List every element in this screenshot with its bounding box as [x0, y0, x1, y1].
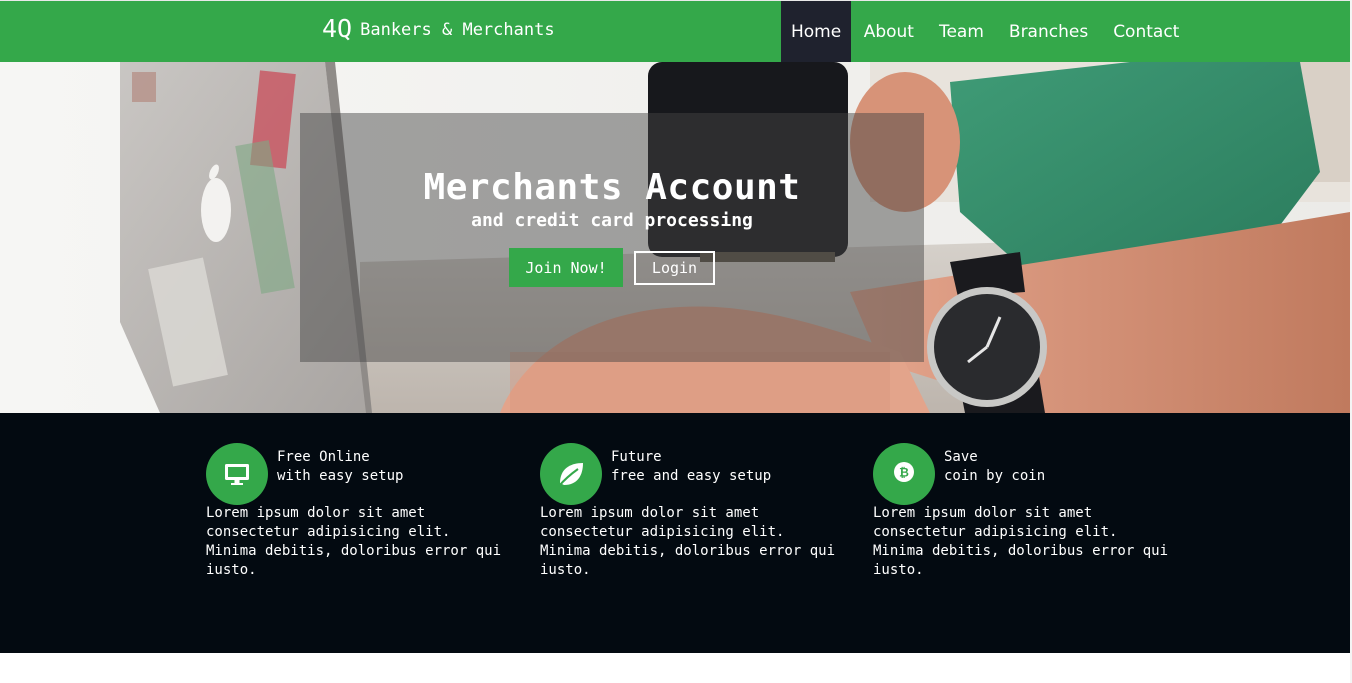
nav-item-home[interactable]: Home — [781, 1, 852, 63]
brand-logo[interactable]: 4Q Bankers & Merchants — [322, 14, 555, 43]
feature-subtitle: with easy setup — [277, 468, 404, 484]
feature-heading: Future free and easy setup — [611, 448, 771, 486]
nav-menu: Home About Team Branches Contact — [781, 1, 1192, 63]
monitor-icon — [206, 443, 268, 505]
feature-description: Lorem ipsum dolor sit amet consectetur a… — [206, 505, 502, 578]
brand-mark: 4Q — [322, 14, 353, 43]
feature-title: Save — [944, 449, 978, 465]
feature-heading: Save coin by coin — [944, 448, 1045, 486]
svg-text:₿: ₿ — [899, 466, 909, 480]
nav-item-branches[interactable]: Branches — [996, 1, 1100, 63]
hero-subtitle: and credit card processing — [471, 210, 753, 231]
nav-item-team[interactable]: Team — [926, 1, 996, 63]
top-navbar: 4Q Bankers & Merchants Home About Team Br… — [0, 0, 1350, 63]
nav-item-about[interactable]: About — [851, 1, 926, 63]
feature-description: Lorem ipsum dolor sit amet consectetur a… — [540, 505, 836, 578]
feature-title: Future — [611, 449, 662, 465]
login-button[interactable]: Login — [634, 251, 715, 285]
feature-description: Lorem ipsum dolor sit amet consectetur a… — [873, 505, 1169, 578]
feature-subtitle: coin by coin — [944, 468, 1046, 484]
hero-title: Merchants Account — [423, 167, 801, 208]
feature-heading: Free Online with easy setup — [277, 448, 403, 486]
brand-name: Bankers & Merchants — [360, 20, 555, 40]
join-now-button[interactable]: Join Now! — [509, 248, 623, 287]
features-section: Free Online with easy setup Lorem ipsum … — [0, 413, 1350, 653]
feature-subtitle: free and easy setup — [611, 468, 772, 484]
bitcoin-icon: ₿ — [873, 443, 935, 505]
leaf-icon — [540, 443, 602, 505]
hero-section: Merchants Account and credit card proces… — [0, 62, 1350, 413]
nav-item-contact[interactable]: Contact — [1101, 1, 1192, 63]
feature-title: Free Online — [277, 449, 370, 465]
hero-overlay-panel: Merchants Account and credit card proces… — [300, 113, 924, 362]
